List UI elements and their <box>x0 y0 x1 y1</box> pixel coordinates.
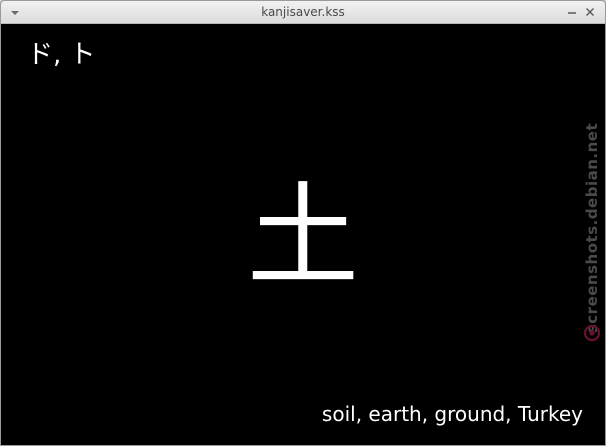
application-window: kanjisaver.kss ド, ト 土 soil, earth, groun… <box>0 0 606 446</box>
kanji-meaning: soil, earth, ground, Turkey <box>321 402 583 426</box>
minimize-icon[interactable] <box>565 5 579 19</box>
screensaver-canvas: ド, ト 土 soil, earth, ground, Turkey scree… <box>1 24 605 445</box>
window-title: kanjisaver.kss <box>261 5 345 19</box>
watermark-text: screenshots.debian.net <box>583 122 601 334</box>
title-bar[interactable]: kanjisaver.kss <box>1 1 605 24</box>
kanji-character: 土 <box>247 172 359 302</box>
watermark: screenshots.debian.net <box>581 108 603 348</box>
close-icon[interactable] <box>583 5 597 19</box>
kanji-reading: ド, ト <box>27 40 96 70</box>
debian-swirl-icon <box>583 324 601 342</box>
